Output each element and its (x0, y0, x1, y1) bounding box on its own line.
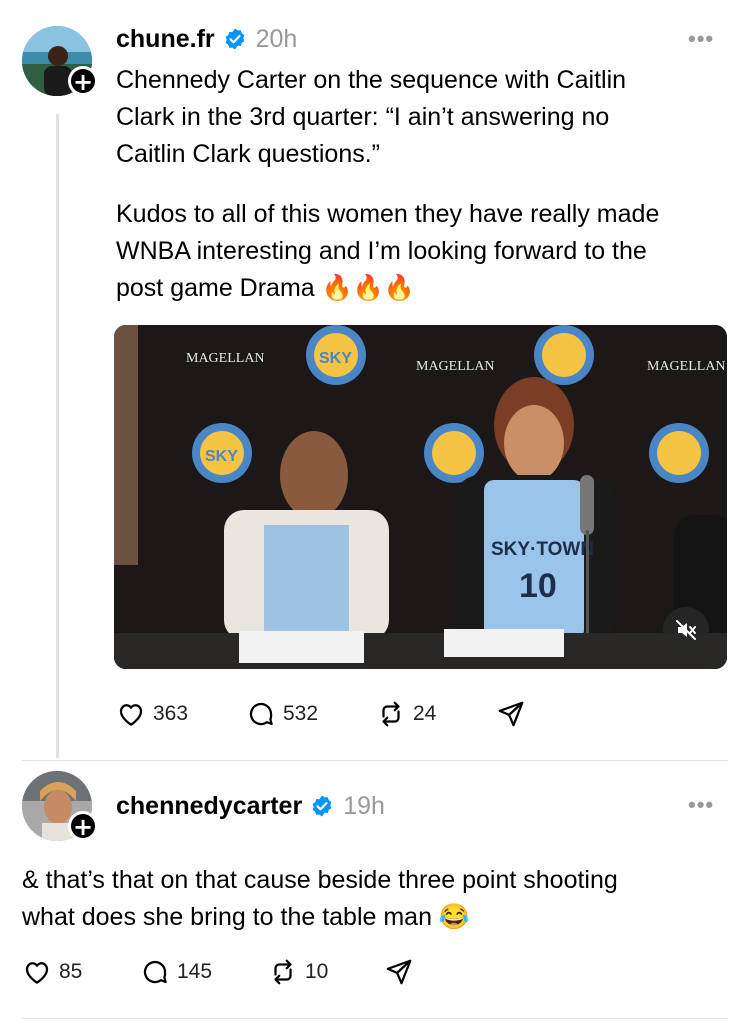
share-button[interactable] (384, 957, 414, 987)
repost-icon (274, 959, 292, 985)
post1-text-line: Clark in the 3rd quarter: “I ain’t answe… (116, 103, 610, 131)
svg-text:MAGELLAN: MAGELLAN (416, 359, 495, 374)
repost-count: 24 (413, 702, 437, 725)
like-button[interactable]: 363 (116, 699, 188, 729)
verified-icon (225, 28, 245, 50)
post2-more-icon[interactable]: ••• (688, 792, 714, 818)
share-icon (386, 959, 412, 985)
like-count: 85 (59, 960, 83, 983)
post-divider (22, 1018, 728, 1019)
verified-icon (312, 795, 332, 817)
thread-line (56, 114, 59, 758)
post1-text: Chennedy Carter on the sequence with Cai… (116, 62, 736, 307)
post1-text-line: Chennedy Carter on the sequence with Cai… (116, 66, 627, 94)
follow-plus-icon[interactable]: + (68, 811, 98, 841)
post1-username[interactable]: chune.fr (116, 25, 215, 54)
reply-count: 532 (283, 702, 319, 725)
post1-text-line: Caitlin Clark questions.” (116, 140, 380, 168)
share-button[interactable] (496, 699, 526, 729)
post1-video[interactable]: MAGELLAN MAGELLAN MAGELLAN SKY SKY SKY·T… (114, 325, 727, 669)
reply-button[interactable]: 145 (140, 957, 212, 987)
like-button[interactable]: 85 (22, 957, 82, 987)
svg-text:10: 10 (519, 567, 557, 605)
mute-icon (676, 620, 696, 640)
post2-text-line: what does she bring to the table man 😂 (22, 903, 471, 931)
post2-username[interactable]: chennedycarter (116, 792, 302, 821)
post2-header: chennedycarter 19h (116, 789, 385, 823)
like-count: 363 (153, 702, 189, 725)
video-frame: MAGELLAN MAGELLAN MAGELLAN SKY SKY SKY·T… (114, 325, 727, 669)
reply-count: 145 (177, 960, 213, 983)
svg-text:SKY·TOWN: SKY·TOWN (491, 539, 594, 560)
repost-button[interactable]: 10 (268, 957, 328, 987)
repost-icon (382, 701, 400, 727)
post1-text-line: post game Drama 🔥🔥🔥 (116, 274, 416, 302)
post-divider (22, 760, 728, 761)
repost-button[interactable]: 24 (376, 699, 436, 729)
mute-button[interactable] (663, 607, 709, 653)
svg-text:MAGELLAN: MAGELLAN (186, 351, 265, 366)
heart-icon (25, 962, 49, 984)
comment-icon (143, 960, 167, 984)
follow-plus-icon[interactable]: + (68, 66, 98, 96)
svg-text:SKY: SKY (205, 448, 238, 465)
post1-text-line: Kudos to all of this women they have rea… (116, 200, 660, 228)
heart-icon (119, 704, 143, 726)
post2-time: 19h (343, 791, 385, 820)
post1-header: chune.fr 20h (116, 22, 297, 56)
post2-text-line: & that’s that on that cause beside three… (22, 866, 618, 894)
reply-button[interactable]: 532 (246, 699, 318, 729)
post2-text: & that’s that on that cause beside three… (22, 862, 738, 936)
share-icon (498, 701, 524, 727)
post1-text-line: WNBA interesting and I’m looking forward… (116, 237, 647, 265)
post1-time: 20h (255, 24, 298, 53)
svg-text:MAGELLAN: MAGELLAN (647, 359, 726, 374)
post1-more-icon[interactable]: ••• (688, 26, 714, 52)
svg-text:SKY: SKY (319, 350, 352, 367)
comment-icon (249, 702, 273, 726)
repost-count: 10 (305, 960, 329, 983)
